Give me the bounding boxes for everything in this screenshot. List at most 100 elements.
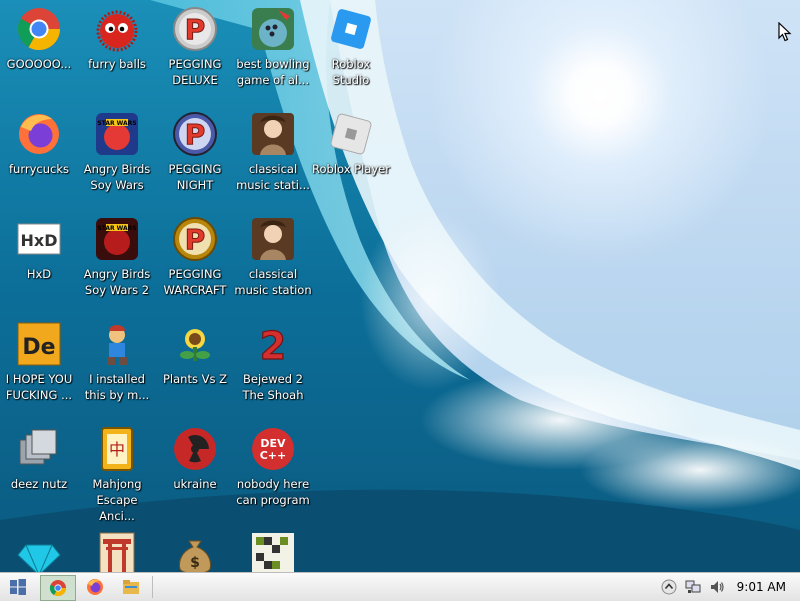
desktop-icon[interactable]: Roblox Player: [312, 111, 390, 177]
desktop-icon[interactable]: Plants Vs Z: [156, 321, 234, 387]
taskbar: 9:01 AM: [0, 572, 800, 601]
desktop-icon[interactable]: Roblox Studio: [312, 6, 390, 88]
desktop-icon[interactable]: furrycucks: [0, 111, 78, 177]
de-icon: De: [16, 321, 62, 367]
taskbar-chrome-button[interactable]: [40, 575, 76, 601]
peggle-warcraft-icon: P: [172, 216, 218, 262]
desktop-icon-label: classical music station: [234, 267, 312, 297]
desktop-icon[interactable]: best bowling game of al...: [234, 6, 312, 88]
firefox-icon: [16, 111, 62, 157]
svg-text:HxD: HxD: [21, 231, 58, 250]
desktop-icon[interactable]: I installed this by m...: [78, 321, 156, 403]
svg-text:P: P: [185, 13, 206, 46]
taskbar-firefox-button[interactable]: [78, 575, 112, 599]
peggle-deluxe-icon: P: [172, 6, 218, 52]
desktop-icon[interactable]: De I HOPE YOU FUCKING ...: [0, 321, 78, 403]
desktop-icon-label: PEGGING DELUXE: [168, 57, 222, 87]
svg-text:P: P: [185, 223, 206, 256]
desktop-icon[interactable]: deez nutz: [0, 426, 78, 492]
desktop-icon[interactable]: P PEGGING WARCRAFT: [156, 216, 234, 298]
desktop-icon[interactable]: P PEGGING NIGHT: [156, 111, 234, 193]
desktop-icon[interactable]: classical music station: [234, 216, 312, 298]
desktop-icon[interactable]: HxD HxD: [0, 216, 78, 282]
desktop-icon[interactable]: P PEGGING DELUXE: [156, 6, 234, 88]
desktop-icon[interactable]: 2 Bejewed 2 The Shoah: [234, 321, 312, 403]
desktop-icon-label: ukraine: [173, 477, 217, 491]
desktop-icon-label: furrycucks: [9, 162, 69, 176]
desktop-icon-label: Roblox Studio: [331, 57, 371, 87]
dev-cpp-icon: DEV C++: [250, 426, 296, 472]
portrait-icon: [250, 111, 296, 157]
desktop-icon-label: nobody here can program: [236, 477, 310, 507]
desktop-icon[interactable]: 中 Mahjong Escape Anci...: [78, 426, 156, 524]
desktop-icon-label: I installed this by m...: [84, 372, 150, 402]
peggle-nights-icon: P: [172, 111, 218, 157]
desktop-icon[interactable]: [78, 531, 156, 577]
svg-text:De: De: [22, 335, 55, 360]
hxd-icon: HxD: [16, 216, 62, 262]
volume-icon[interactable]: [708, 578, 726, 596]
svg-text:C++: C++: [260, 449, 287, 462]
taskbar-file-explorer-button[interactable]: [116, 575, 146, 599]
svg-text:2: 2: [260, 324, 286, 367]
windows-logo-icon: [10, 579, 26, 595]
chrome-icon: [16, 6, 62, 52]
desktop-icon-label: deez nutz: [10, 477, 68, 491]
desktop-icon-label: Plants Vs Z: [162, 372, 227, 386]
money-bag-icon: $: [172, 531, 218, 577]
desktop-icon-label: PEGGING NIGHT: [168, 162, 222, 192]
desktop-icon-label: HxD: [26, 267, 52, 281]
roblox-player-icon: [328, 111, 374, 157]
svg-text:P: P: [185, 118, 206, 151]
desktop-icon[interactable]: furry balls: [78, 6, 156, 72]
svg-text:STAR WARS: STAR WARS: [97, 225, 136, 232]
desktop-icon[interactable]: STAR WARS Angry Birds Soy Wars: [78, 111, 156, 193]
diamond-icon: [16, 531, 62, 577]
angry-birds-star-wars-icon: STAR WARS: [94, 111, 140, 157]
desktop-icon-label: PEGGING WARCRAFT: [163, 267, 227, 297]
desktop-icon-label: Bejewed 2 The Shoah: [242, 372, 304, 402]
svg-text:中: 中: [109, 440, 125, 459]
desktop-icon[interactable]: STAR WARS Angry Birds Soy Wars 2: [78, 216, 156, 298]
show-hidden-icons-icon[interactable]: [660, 578, 678, 596]
system-tray: 9:01 AM: [657, 573, 800, 601]
torii-icon: [94, 531, 140, 577]
desktop-icon-label: Roblox Player: [312, 162, 390, 176]
radiation-icon: [172, 426, 218, 472]
stacked-windows-icon: [16, 426, 62, 472]
angry-birds-star-wars-2-icon: STAR WARS: [94, 216, 140, 262]
desktop-icon-label: Angry Birds Soy Wars 2: [83, 267, 151, 297]
start-button[interactable]: [4, 575, 32, 599]
network-icon[interactable]: [684, 578, 702, 596]
roblox-studio-icon: [328, 6, 374, 52]
red-furball-icon: [94, 6, 140, 52]
desktop-icon-label: classical music stati...: [236, 162, 310, 192]
desktop-icon[interactable]: $: [156, 531, 234, 577]
desktop-icon-label: best bowling game of al...: [236, 57, 310, 87]
mahjong-icon: 中: [94, 426, 140, 472]
firefox-icon: [87, 579, 103, 595]
desktop-icon[interactable]: classical music stati...: [234, 111, 312, 193]
desktop-icon-label: I HOPE YOU FUCKING ...: [5, 372, 73, 402]
portrait-icon: [250, 216, 296, 262]
plants-vs-zombies-icon: [172, 321, 218, 367]
taskbar-clock[interactable]: 9:01 AM: [737, 580, 786, 594]
bowling-icon: [250, 6, 296, 52]
svg-text:$: $: [190, 555, 200, 571]
chrome-icon: [49, 580, 67, 597]
desktop-icon-label: Angry Birds Soy Wars: [83, 162, 151, 192]
desktop-icon-label: Mahjong Escape Anci...: [92, 477, 142, 523]
character-icon: [94, 321, 140, 367]
pixel-game-icon: [250, 531, 296, 577]
desktop-icon[interactable]: DEV C++ nobody here can program: [234, 426, 312, 508]
desktop-icon[interactable]: ukraine: [156, 426, 234, 492]
file-explorer-icon: [123, 580, 139, 594]
mouse-cursor-icon: [778, 22, 792, 42]
desktop-icon-label: furry balls: [88, 57, 146, 71]
desktop-icon[interactable]: [0, 531, 78, 577]
desktop-icon-label: GOOOOO...: [6, 57, 72, 71]
desktop-icon[interactable]: [234, 531, 312, 577]
bejeweled-2-icon: 2: [250, 321, 296, 367]
svg-text:STAR WARS: STAR WARS: [97, 120, 136, 127]
desktop-icon[interactable]: GOOOOO...: [0, 6, 78, 72]
